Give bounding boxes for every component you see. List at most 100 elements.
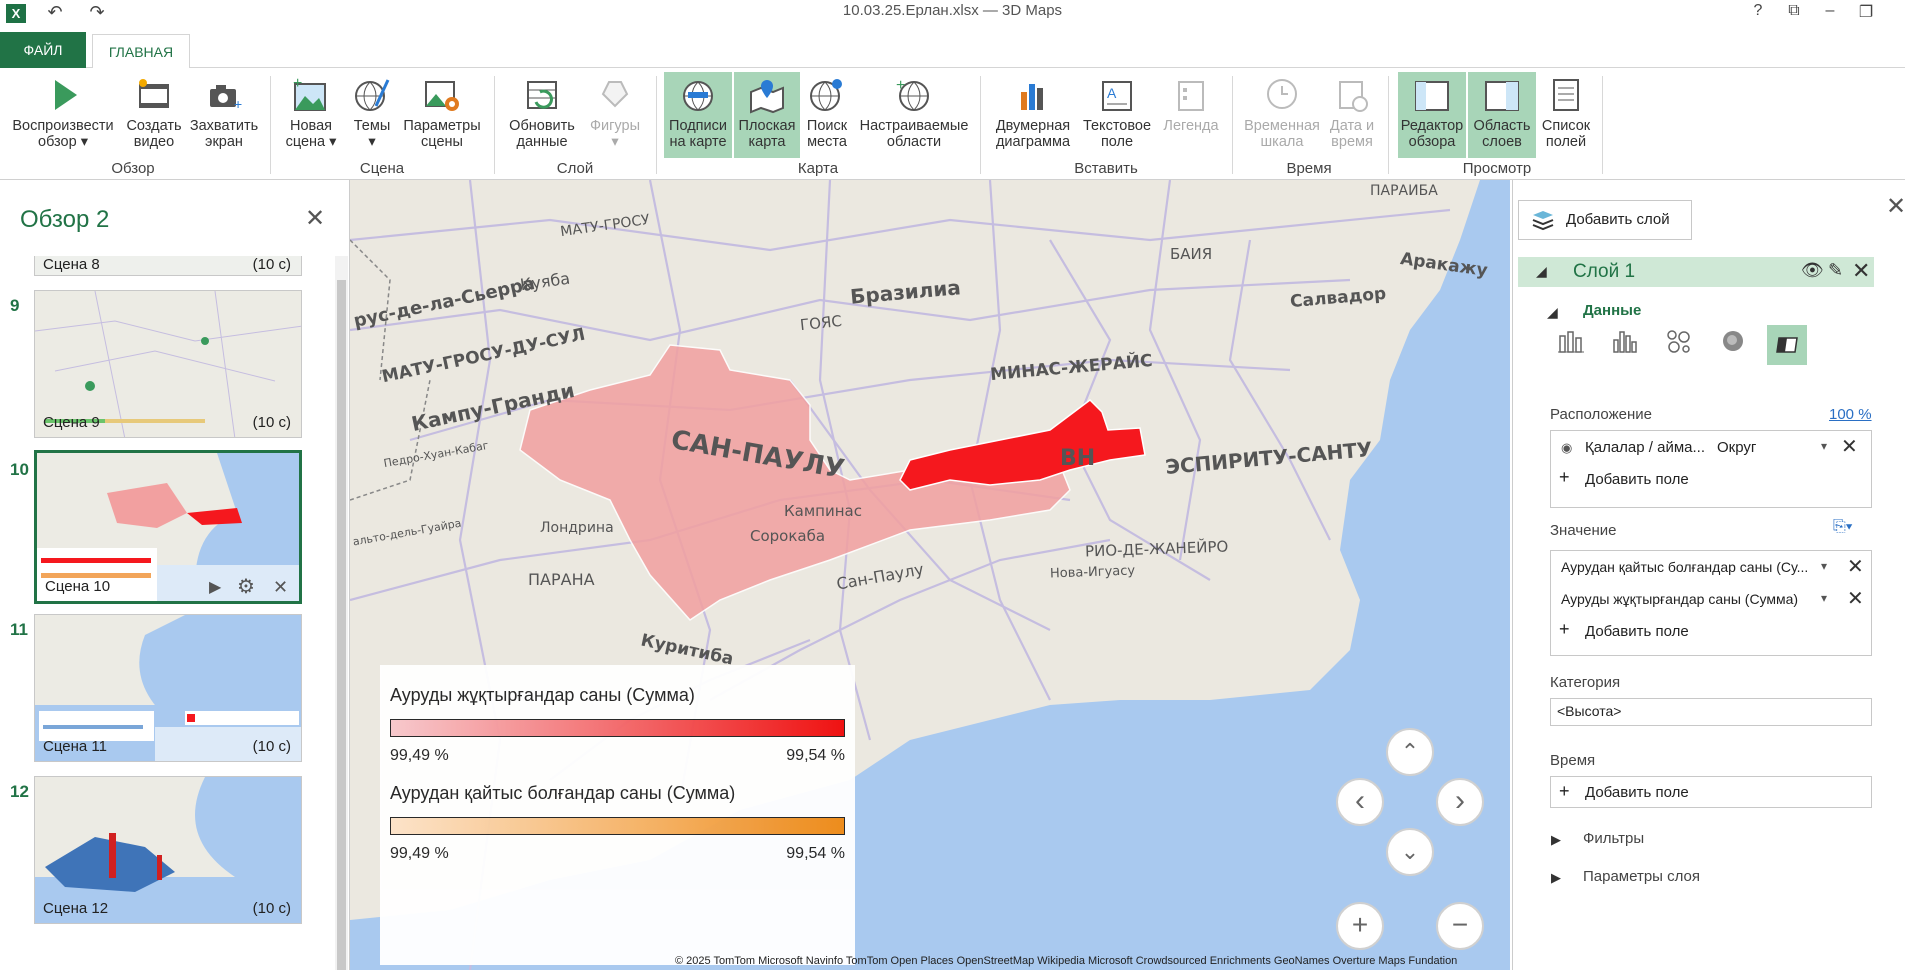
dropdown-arrow-icon[interactable]: ▾ <box>1821 439 1827 453</box>
themes-button[interactable]: Темы ▾ <box>346 72 398 158</box>
group-time-label: Время <box>1286 160 1332 177</box>
custom-regions-label: Настраиваемые <box>859 118 969 134</box>
dropdown-arrow-icon[interactable]: ▾ <box>1821 559 1827 573</box>
field-list-button[interactable]: Список полей <box>1536 72 1596 158</box>
refresh-data-button[interactable]: Обновить данные <box>504 72 580 158</box>
scene-thumb-9[interactable]: Сцена 9 (10 с) <box>34 290 302 438</box>
themes-label: Темы <box>353 118 391 134</box>
scene-thumb-11[interactable]: Сцена 11 (10 с) <box>34 614 302 762</box>
eye-icon[interactable]: 👁 <box>1801 260 1824 281</box>
flat-map-label2: карта <box>748 134 786 150</box>
map-labels-label: Подписи <box>669 118 727 134</box>
chart-2d-label2: диаграмма <box>995 134 1071 150</box>
shapes-icon <box>601 81 629 108</box>
layer-options-section[interactable]: Параметры слоя <box>1583 868 1700 885</box>
plus-icon: + <box>1559 467 1570 487</box>
textbox-button[interactable]: A Текстовое поле <box>1078 72 1156 158</box>
collapse-triangle-icon[interactable]: ◢ <box>1536 263 1547 280</box>
tour-editor-button[interactable]: Редактор обзора <box>1398 72 1466 158</box>
pencil-icon[interactable]: ✎ <box>1828 260 1843 281</box>
scene-number: 9 <box>10 296 20 315</box>
zoom-out-button[interactable]: − <box>1436 902 1484 950</box>
map-legend[interactable]: Ауруды жұқтырғандар саны (Сумма) 99,49 %… <box>380 665 855 965</box>
window-title: 10.03.25.Ерлан.xlsx — 3D Maps <box>842 2 1063 19</box>
tilt-up-button[interactable]: ⌃ <box>1386 728 1434 776</box>
new-scene-button[interactable]: + Новая сцена ▾ <box>282 72 340 158</box>
location-confidence-link[interactable]: 100 % <box>1829 406 1872 423</box>
textbox-icon: A <box>1102 81 1132 111</box>
bubble-chart-icon[interactable] <box>1661 328 1697 362</box>
field-list-label2: полей <box>1545 134 1587 150</box>
restore-icon[interactable]: ❐ <box>1852 2 1880 22</box>
play-scene-icon[interactable]: ▶ <box>209 577 221 597</box>
scene-options-button[interactable]: Параметры сцены <box>402 72 482 158</box>
group-map-label: Карта <box>797 160 839 177</box>
close-tour-icon[interactable]: ✕ <box>302 204 328 233</box>
collapse-triangle-icon[interactable]: ◢ <box>1547 304 1558 321</box>
aggregation-icon[interactable]: ⎘▾ <box>1833 518 1853 536</box>
tilt-down-button[interactable]: ⌄ <box>1386 828 1434 876</box>
layer-header[interactable]: ◢ Слой 1 👁 ✎ ✕ <box>1518 257 1874 287</box>
minimize-icon[interactable]: – <box>1816 2 1844 20</box>
chart-2d-button[interactable]: Двумерная диаграмма <box>990 72 1076 158</box>
filters-section[interactable]: Фильтры <box>1583 830 1644 847</box>
shapes-button[interactable]: Фигуры ▾ <box>584 72 646 158</box>
close-layer-panel-icon[interactable]: ✕ <box>1886 192 1905 221</box>
tab-home[interactable]: ГЛАВНАЯ <box>92 34 190 69</box>
remove-field-icon[interactable]: ✕ <box>1847 586 1864 611</box>
clustered-column-icon[interactable] <box>1607 328 1643 362</box>
gear-icon[interactable]: ⚙ <box>237 574 255 599</box>
location-type-select[interactable]: Округ <box>1717 439 1756 456</box>
capture-screen-button[interactable]: + Захватить экран <box>188 72 260 158</box>
add-location-field[interactable]: Добавить поле <box>1585 471 1689 488</box>
add-value-field[interactable]: Добавить поле <box>1585 623 1689 640</box>
scene-thumb-8[interactable]: Сцена 8 (10 с) <box>34 256 302 276</box>
help-icon[interactable]: ? <box>1744 2 1772 20</box>
remove-field-icon[interactable]: ✕ <box>1847 554 1864 579</box>
shapes-label2: ▾ <box>611 134 619 150</box>
find-location-button[interactable]: Поиск места <box>802 72 852 158</box>
rotate-right-button[interactable]: › <box>1436 778 1484 826</box>
scene-thumb-12[interactable]: Сцена 12 (10 с) <box>34 776 302 924</box>
tour-scrollbar-thumb[interactable] <box>337 280 346 970</box>
map-label: BH <box>1060 446 1096 471</box>
scene-label: Сцена 9 <box>43 414 100 431</box>
scene-number: 12 <box>10 782 29 801</box>
heat-map-icon[interactable] <box>1715 328 1751 362</box>
map-labels-button[interactable]: Подписи на карте <box>664 72 732 158</box>
rotate-left-button[interactable]: ‹ <box>1336 778 1384 826</box>
category-field[interactable]: <Высота> <box>1550 698 1872 726</box>
region-map-icon[interactable] <box>1767 325 1807 365</box>
custom-regions-button[interactable]: + Настраиваемые области <box>856 72 972 158</box>
expand-triangle-icon[interactable]: ▶ <box>1551 832 1561 848</box>
stacked-column-icon[interactable] <box>1553 328 1589 362</box>
delete-scene-icon[interactable]: ✕ <box>273 577 288 598</box>
zoom-in-button[interactable]: + <box>1336 902 1384 950</box>
refresh-label: Обновить <box>509 118 575 134</box>
layer-pane-button[interactable]: Область слоев <box>1468 72 1536 158</box>
fullscreen-icon[interactable]: ⧉ <box>1780 2 1808 20</box>
datetime-button[interactable]: Дата и время <box>1326 72 1378 158</box>
add-layer-label: Добавить слой <box>1566 211 1670 228</box>
dropdown-arrow-icon[interactable]: ▾ <box>1821 591 1827 605</box>
plus-icon: + <box>1559 781 1570 801</box>
delete-layer-icon[interactable]: ✕ <box>1852 258 1870 284</box>
legend-button[interactable]: Легенда <box>1160 72 1222 158</box>
flat-map-button[interactable]: Плоская карта <box>734 72 800 158</box>
create-video-button[interactable]: Создать видео <box>124 72 184 158</box>
textbox-label2: поле <box>1100 134 1134 150</box>
timeline-button[interactable]: Временная шкала <box>1240 72 1324 158</box>
radio-icon[interactable]: ◉ <box>1561 440 1572 456</box>
expand-triangle-icon[interactable]: ▶ <box>1551 870 1561 886</box>
group-view-label: Просмотр <box>1462 160 1532 177</box>
play-tour-button[interactable]: Воспроизвести обзор ▾ <box>6 72 120 158</box>
scene-thumb-10[interactable]: Сцена 10 ▶ ⚙ ✕ <box>34 450 302 604</box>
time-field-box[interactable]: + Добавить поле <box>1550 776 1872 808</box>
add-time-field[interactable]: Добавить поле <box>1585 784 1689 801</box>
add-layer-button[interactable]: Добавить слой <box>1518 200 1692 240</box>
title-bar: X ↶ ↷ 10.03.25.Ерлан.xlsx — 3D Maps ? ⧉ … <box>0 0 1905 28</box>
scene-options-label2: сцены <box>421 134 463 150</box>
group-separator <box>656 76 657 174</box>
tab-file[interactable]: ФАЙЛ <box>0 32 86 68</box>
remove-field-icon[interactable]: ✕ <box>1841 434 1858 459</box>
